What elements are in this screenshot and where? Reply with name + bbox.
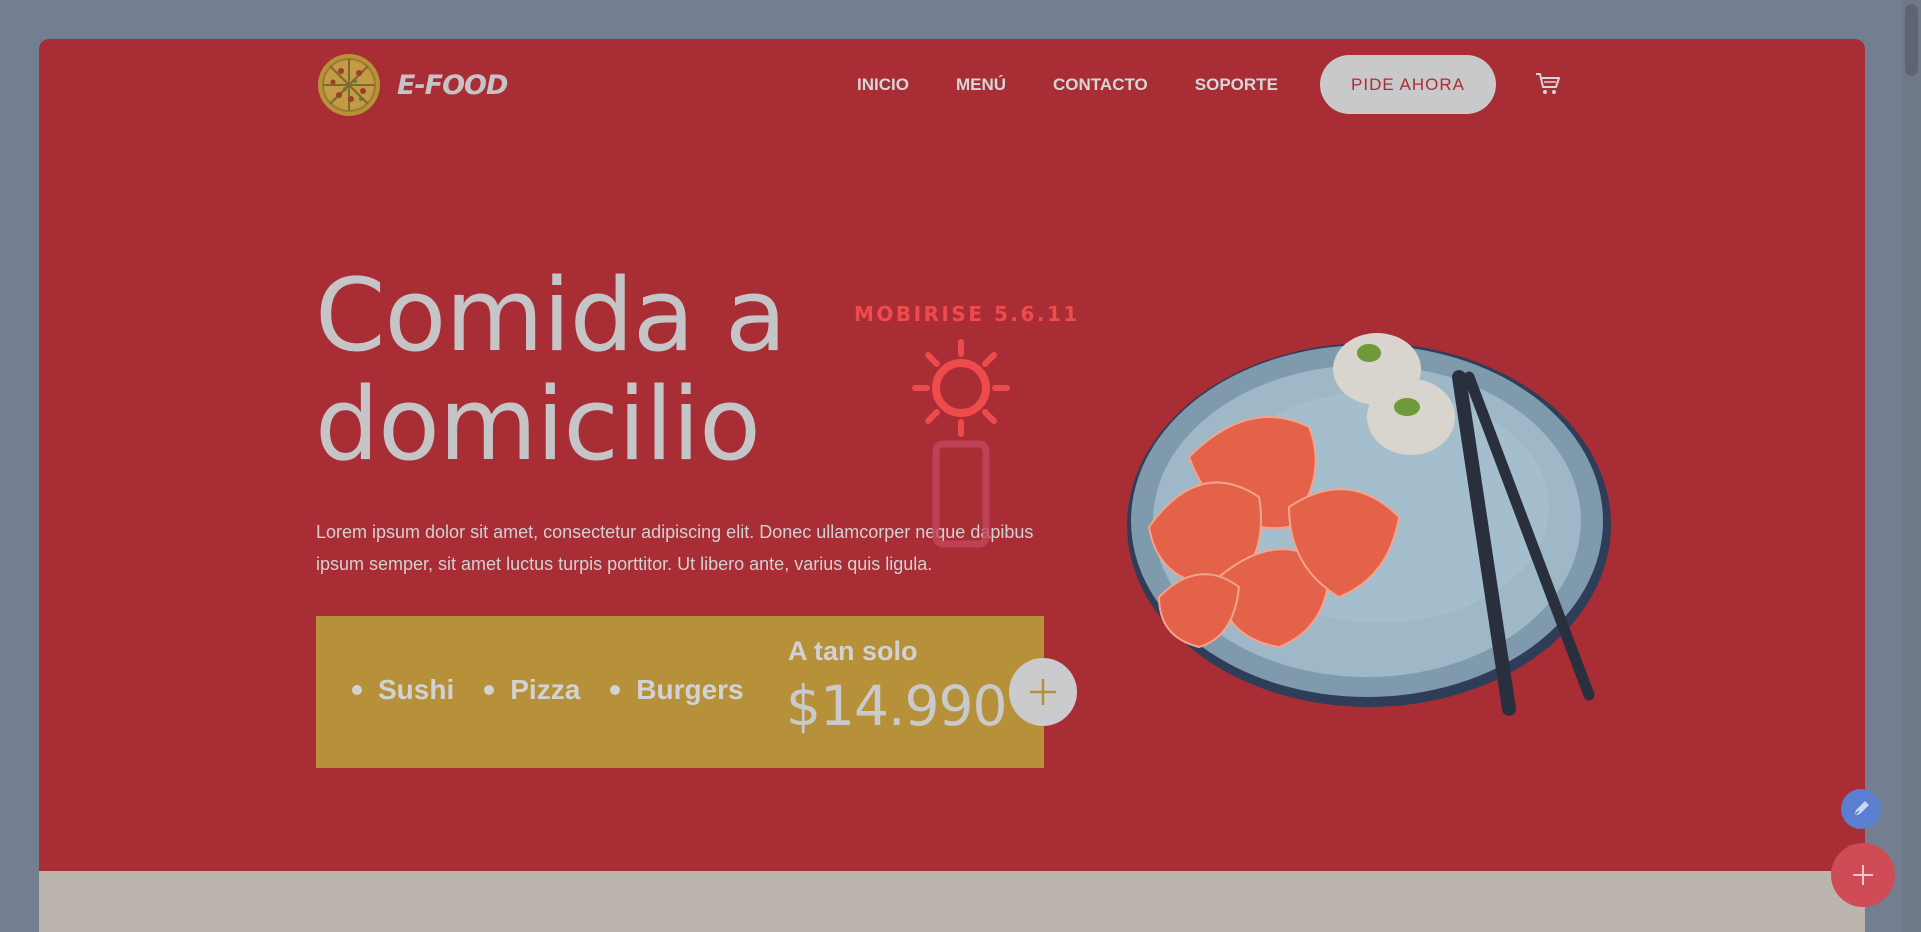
promo-item-label: Pizza xyxy=(510,674,581,705)
add-to-cart-button[interactable] xyxy=(1009,658,1077,726)
pizza-icon xyxy=(318,54,380,116)
promo-price: $14.990 xyxy=(786,674,1007,738)
brand[interactable]: E-FOOD xyxy=(317,53,508,117)
plus-icon xyxy=(1030,679,1056,705)
cart-icon[interactable] xyxy=(1535,72,1561,96)
promo-item-label: Sushi xyxy=(378,674,455,705)
hero-title: Comida a domicilio xyxy=(315,261,787,479)
hero-section: E-FOOD INICIO MENÚ CONTACTO SOPORTE PIDE… xyxy=(39,39,1865,871)
next-section xyxy=(39,871,1865,932)
sushi-plate-image xyxy=(1127,333,1611,716)
nav-inicio[interactable]: INICIO xyxy=(857,75,909,95)
promo-item: Sushi xyxy=(352,674,454,706)
promo-item: Burgers xyxy=(610,674,744,706)
edit-button[interactable] xyxy=(1841,789,1881,829)
nav-soporte[interactable]: SOPORTE xyxy=(1195,75,1278,95)
page-scrollbar[interactable] xyxy=(1902,0,1921,932)
mobirise-version-label: MOBIRISE 5.6.11 xyxy=(854,302,1080,326)
order-now-button[interactable]: PIDE AHORA xyxy=(1320,55,1496,114)
plus-icon xyxy=(1853,865,1873,885)
mobirise-sun-phone-icon xyxy=(912,339,1010,548)
brand-name: E-FOOD xyxy=(397,69,508,101)
hero-title-line2: domicilio xyxy=(315,365,761,483)
promo-price-label: A tan solo xyxy=(788,636,918,666)
promo-box: Sushi Pizza Burgers A tan solo $14.990 xyxy=(316,616,1044,768)
promo-item-label: Burgers xyxy=(636,674,744,705)
bullet-icon xyxy=(352,685,362,695)
nav-menu[interactable]: MENÚ xyxy=(956,75,1006,95)
promo-item: Pizza xyxy=(484,674,580,706)
hero-title-line1: Comida a xyxy=(315,256,787,374)
pen-icon xyxy=(1853,801,1869,817)
page-frame: E-FOOD INICIO MENÚ CONTACTO SOPORTE PIDE… xyxy=(39,39,1865,932)
nav-contacto[interactable]: CONTACTO xyxy=(1053,75,1148,95)
bullet-icon xyxy=(610,685,621,695)
main-nav: INICIO MENÚ CONTACTO SOPORTE xyxy=(857,75,1325,95)
bullet-icon xyxy=(484,685,495,695)
promo-list: Sushi Pizza Burgers xyxy=(352,674,774,706)
add-block-button[interactable] xyxy=(1831,843,1895,907)
scrollbar-thumb[interactable] xyxy=(1905,4,1918,76)
